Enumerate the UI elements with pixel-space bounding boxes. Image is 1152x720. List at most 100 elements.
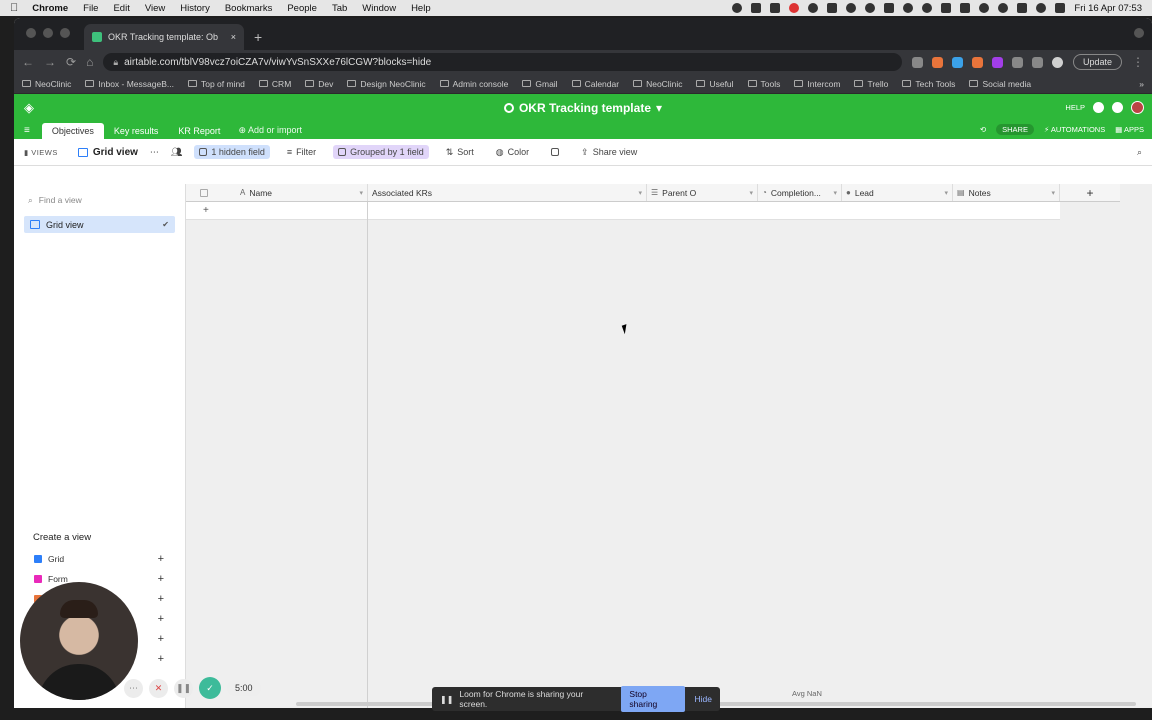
filter-button[interactable]: ≡ Filter [282,145,321,159]
menu-tab[interactable]: Tab [332,3,347,14]
add-or-import-button[interactable]: ⊕ Add or import [230,122,310,139]
tab-search-icon[interactable] [1134,28,1144,38]
more-icon[interactable]: ⋯ [124,678,143,698]
bookmark-folder[interactable]: Design NeoClinic [347,79,426,89]
group-button[interactable]: Grouped by 1 field [333,145,429,159]
automations-button[interactable]: ⚡ AUTOMATIONS [1044,125,1105,134]
plus-icon[interactable]: + [158,593,164,605]
wifi-icon[interactable] [998,3,1009,13]
chrome-menu-icon[interactable]: ⋮ [1132,55,1144,69]
webcam-bubble[interactable] [20,582,138,700]
menu-file[interactable]: File [83,3,98,14]
plus-icon[interactable]: + [158,573,164,585]
column-associated-krs[interactable]: Associated KRs ▾ [368,184,647,201]
camera-icon[interactable] [751,3,762,13]
chevron-down-icon[interactable]: ▾ [749,189,753,197]
bookmark-item[interactable]: Intercom [794,79,840,89]
puzzle-icon[interactable] [1031,56,1043,68]
volume-icon[interactable] [941,3,952,13]
history-icon[interactable]: ⟲ [980,125,986,134]
select-all-checkbox[interactable] [200,188,208,197]
notification-icon[interactable] [789,3,800,13]
bookmarks-overflow-icon[interactable]: » [1139,79,1144,89]
cancel-recording-icon[interactable]: ✕ [149,678,168,698]
vpn-icon[interactable] [808,3,819,13]
add-field-button[interactable]: + [1060,184,1120,202]
menu-bookmarks[interactable]: Bookmarks [225,3,273,14]
profile-avatar-icon[interactable] [1051,56,1063,68]
sidebar-view-grid[interactable]: Grid view ✔ [24,216,175,233]
screen-icon[interactable] [770,3,781,13]
bookmark-folder[interactable]: Useful [696,79,734,89]
bracket-icon[interactable] [884,3,895,13]
timer-icon[interactable] [903,3,914,13]
menu-window[interactable]: Window [362,3,396,14]
bookmark-folder[interactable]: Tech Tools [902,79,955,89]
find-view-field[interactable]: ⌕ Find a view [24,192,175,208]
extension-icon-2[interactable] [931,56,943,68]
bookmark-item[interactable]: Admin console [439,79,508,89]
menu-chrome[interactable]: Chrome [32,3,68,14]
row-height-button[interactable] [546,146,564,158]
chevron-down-icon[interactable]: ▾ [833,189,837,197]
tab-close-icon[interactable]: × [231,32,236,42]
help-link[interactable]: HELP [1065,103,1085,112]
menu-help[interactable]: Help [411,3,431,14]
user-avatar[interactable] [1131,101,1144,114]
extension-icon-6[interactable] [1011,56,1023,68]
people-icon[interactable]: 👥︎ [171,147,182,158]
share-button[interactable]: SHARE [996,124,1034,135]
more-icon[interactable]: ⋯ [150,147,159,158]
keystroke-icon[interactable] [827,3,838,13]
bookmark-folder[interactable]: Top of mind [187,79,245,89]
plus-icon[interactable]: + [158,653,164,665]
bookmark-item[interactable]: Gmail [522,79,558,89]
column-completion[interactable]: ◔ Completion... ▾ [758,184,842,201]
airtable-logo-icon[interactable]: ◈ [24,100,34,116]
bookmark-folder[interactable]: Tools [747,79,780,89]
chevron-down-icon[interactable]: ▾ [638,189,642,197]
column-name[interactable]: A Name ▾ [186,184,368,201]
base-title[interactable]: OKR Tracking template ▾ [503,101,662,115]
reload-icon[interactable]: ⟳ [66,55,76,69]
cloud-icon[interactable] [846,3,857,13]
finish-recording-icon[interactable]: ✓ [199,677,221,699]
menu-history[interactable]: History [180,3,210,14]
battery-icon[interactable] [1017,3,1028,13]
bookmark-folder[interactable]: Dev [305,79,333,89]
chevron-down-icon[interactable]: ▾ [944,189,948,197]
bookmark-folder[interactable]: Social media [969,79,1031,89]
stop-sharing-button[interactable]: Stop sharing [621,686,685,712]
add-record-row[interactable]: + [186,202,1060,220]
bookmark-folder[interactable]: CRM [258,79,291,89]
extension-icon-3[interactable] [951,56,963,68]
column-lead[interactable]: ● Lead ▾ [842,184,953,201]
update-button[interactable]: Update [1072,54,1122,70]
sort-button[interactable]: ⇅ Sort [441,145,479,160]
tab-key-results[interactable]: Key results [104,123,169,139]
tab-kr-report[interactable]: KR Report [168,123,230,139]
plus-icon[interactable]: + [158,633,164,645]
chevron-down-icon[interactable]: ▾ [1051,189,1055,197]
address-bar[interactable]: 🔒︎ airtable.com/tblV98vcz7oiCZA7v/viwYvS… [103,53,902,71]
home-icon[interactable]: ⌂ [86,55,93,69]
browser-tab-active[interactable]: OKR Tracking template: Ob × [84,24,244,50]
extension-icon-5[interactable] [991,56,1003,68]
summary-bar-value[interactable]: Avg NaN [792,689,822,698]
bookmark-folder[interactable]: Trello [854,79,888,89]
plus-icon[interactable]: + [203,205,209,216]
menu-view[interactable]: View [145,3,165,14]
bookmark-item[interactable]: Calendar [571,79,619,89]
hide-banner-button[interactable]: Hide [695,694,712,704]
mic-icon[interactable] [732,3,743,13]
pause-recording-icon[interactable]: ❚❚ [174,678,193,698]
bookmark-item[interactable]: NeoClinic [22,79,71,89]
plus-icon[interactable]: + [158,613,164,625]
find-view-placeholder[interactable]: Find a view [39,195,82,205]
menubar-clock[interactable]: Fri 16 Apr 07:53 [1074,3,1142,14]
bell-icon[interactable] [1112,102,1123,113]
tab-objectives[interactable]: Objectives [41,123,104,139]
menu-people[interactable]: People [287,3,317,14]
forward-icon[interactable]: → [44,55,56,69]
apple-icon[interactable]:  [10,2,18,14]
